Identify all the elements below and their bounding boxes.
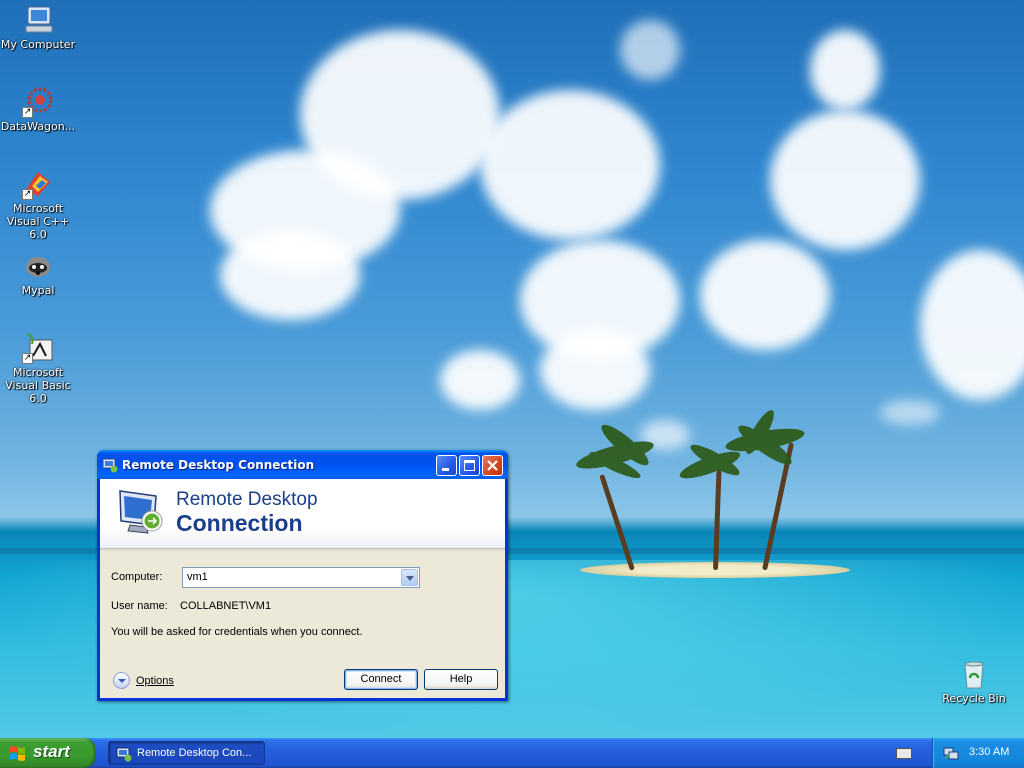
desktop-icon-label: Mypal	[21, 284, 55, 297]
chevron-down-icon[interactable]	[401, 569, 418, 586]
windows-flag-icon	[10, 746, 25, 761]
desktop-icon-label: My Computer	[0, 38, 76, 51]
maximize-button[interactable]	[459, 455, 480, 476]
system-tray: 3:30 AM	[932, 738, 1024, 768]
recycle-bin-icon	[958, 658, 990, 690]
desktop-icon-label: Microsoft Visual Basic 6.0	[5, 366, 71, 405]
desktop-icon-datawagon[interactable]: ↗ DataWagon...	[0, 86, 76, 133]
desktop-icon-my-computer[interactable]: My Computer	[0, 4, 76, 51]
desktop-icon-label: Recycle Bin	[942, 692, 1006, 705]
rdc-task-icon	[116, 746, 132, 762]
my-computer-icon	[22, 4, 54, 36]
options-expand-icon[interactable]	[113, 672, 130, 689]
taskbar-item-label: Remote Desktop Con...	[137, 747, 252, 759]
rdc-window[interactable]: Remote Desktop Connection Remote Desktop…	[97, 450, 508, 701]
computer-combobox[interactable]: vm1	[182, 567, 420, 588]
close-icon	[487, 460, 498, 471]
dialog-banner: Remote Desktop Connection	[100, 479, 505, 551]
desktop-icon-label: Microsoft Visual C++ 6.0	[6, 202, 70, 241]
banner-title-line1: Remote Desktop	[176, 489, 318, 510]
credentials-info-text: You will be asked for credentials when y…	[111, 626, 363, 638]
visual-basic-icon: ↗	[22, 332, 54, 364]
rdc-app-icon	[102, 457, 118, 473]
datawagon-icon: ↗	[22, 86, 54, 118]
help-button[interactable]: Help	[424, 669, 498, 690]
taskbar-item-rdc[interactable]: Remote Desktop Con...	[108, 741, 265, 765]
computer-value[interactable]: vm1	[187, 571, 208, 583]
window-title: Remote Desktop Connection	[122, 457, 315, 472]
computer-label: Computer:	[111, 571, 163, 583]
window-titlebar[interactable]: Remote Desktop Connection	[97, 450, 508, 479]
mypal-icon	[22, 250, 54, 282]
clock[interactable]: 3:30 AM	[969, 746, 1009, 758]
username-value: COLLABNET\VM1	[180, 600, 272, 612]
desktop-icon-visual-cpp[interactable]: ↗ Microsoft Visual C++ 6.0	[0, 168, 76, 241]
desktop-icon-label: DataWagon...	[0, 120, 76, 133]
visual-cpp-icon: ↗	[22, 168, 54, 200]
desktop-icon-recycle-bin[interactable]: Recycle Bin	[936, 658, 1012, 705]
desktop-icon-visual-basic[interactable]: ↗ Microsoft Visual Basic 6.0	[0, 332, 76, 405]
dialog-body: Remote Desktop Connection Computer: vm1 …	[100, 479, 505, 698]
rdc-monitor-icon	[116, 487, 166, 537]
start-label: start	[33, 742, 70, 761]
start-button[interactable]: start	[0, 738, 96, 768]
banner-title-line2: Connection	[176, 510, 303, 536]
desktop-icon-mypal[interactable]: Mypal	[0, 250, 76, 297]
connect-button[interactable]: Connect	[344, 669, 418, 690]
keyboard-language-icon[interactable]	[896, 748, 912, 759]
taskbar: start Remote Desktop Con... 3:30 AM	[0, 738, 1024, 768]
options-link[interactable]: Options	[136, 675, 174, 687]
network-icon[interactable]	[943, 745, 959, 761]
palm-fronds	[576, 410, 805, 479]
username-label: User name:	[111, 600, 168, 612]
minimize-button[interactable]	[436, 455, 457, 476]
close-button[interactable]	[482, 455, 503, 476]
